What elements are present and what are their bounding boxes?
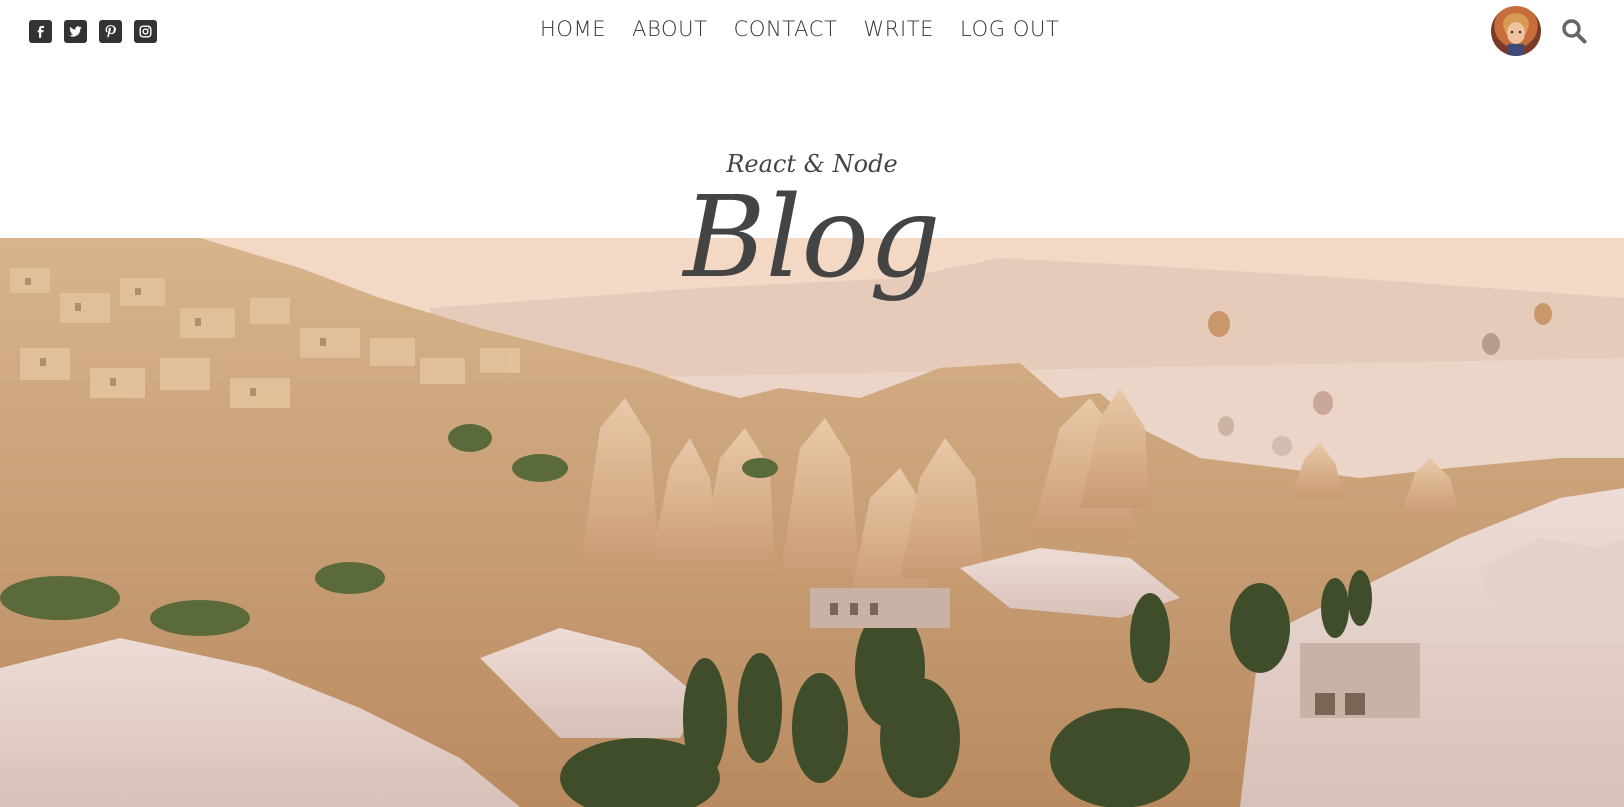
nav-contact[interactable]: CONTACT: [734, 17, 838, 41]
search-icon[interactable]: [1561, 18, 1587, 44]
nav-about[interactable]: ABOUT: [632, 17, 707, 41]
twitter-icon[interactable]: [64, 20, 87, 43]
main-menu: HOME ABOUT CONTACT WRITE LOG OUT: [540, 17, 1059, 41]
pinterest-icon[interactable]: [99, 20, 122, 43]
top-navigation-bar: HOME ABOUT CONTACT WRITE LOG OUT: [0, 0, 1624, 62]
nav-write[interactable]: WRITE: [863, 17, 934, 41]
cappadocia-landscape-illustration: [0, 238, 1624, 807]
nav-logout[interactable]: LOG OUT: [960, 17, 1059, 41]
social-links: [29, 20, 157, 43]
instagram-icon[interactable]: [134, 20, 157, 43]
user-avatar[interactable]: [1491, 6, 1541, 56]
nav-home[interactable]: HOME: [540, 17, 606, 41]
facebook-icon[interactable]: [29, 20, 52, 43]
header-title: Blog: [683, 173, 941, 303]
hero-image: [0, 238, 1624, 807]
blog-header: React & Node Blog: [0, 150, 1624, 302]
